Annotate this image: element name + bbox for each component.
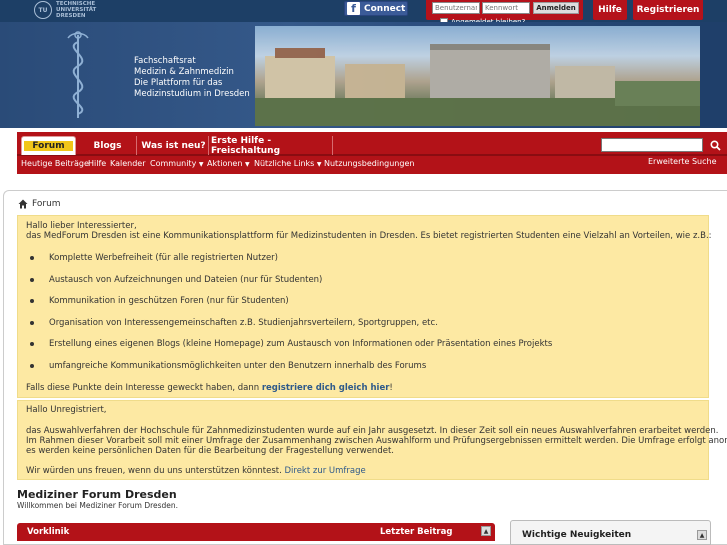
banner-line: Fachschaftsrat (134, 56, 196, 66)
facebook-icon: f (347, 2, 360, 15)
category-header: Vorklinik Letzter Beitrag ▲ (17, 523, 495, 541)
login-button[interactable]: Anmelden (533, 2, 579, 14)
subnav-label: Aktionen (207, 159, 243, 168)
tab-forum[interactable]: Forum (21, 136, 76, 155)
campus-photo (255, 26, 700, 126)
notice-text: das Auswahlverfahren der Hochschule für … (26, 426, 719, 436)
collapse-toggle-icon[interactable]: ▲ (481, 526, 491, 536)
subnav-terms-of-use[interactable]: Nutzungsbedingungen (324, 159, 414, 168)
bullet-icon (30, 321, 34, 325)
register-here-link[interactable]: registriere dich gleich hier (262, 383, 390, 393)
banner-edge (700, 22, 727, 128)
help-button[interactable]: Hilfe (593, 0, 627, 20)
list-item-text: Organisation von Interessengemeinschafte… (49, 318, 438, 328)
list-item: Komplette Werbefreiheit (für alle regist… (30, 253, 278, 263)
sub-navbar: Heutige Beiträge Hilfe Kalender Communit… (17, 156, 727, 174)
tab-first-aid-activation[interactable]: Erste Hilfe - Freischaltung (211, 136, 333, 156)
subnav-label: Nutzungsbedingungen (324, 159, 415, 168)
search-input[interactable] (601, 138, 703, 152)
forum-title: Mediziner Forum Dresden (17, 488, 177, 501)
notice-closing-suffix: ! (389, 383, 393, 393)
list-item: Organisation von Interessengemeinschafte… (30, 318, 438, 328)
notice-greeting: Hallo Unregistriert, (26, 405, 107, 415)
bullet-icon (30, 299, 34, 303)
login-form: Anmelden (426, 0, 583, 20)
header-banner: Fachschaftsrat Medizin & Zahnmedizin Die… (0, 22, 727, 128)
notice-closing-text: Falls diese Punkte dein Interesse geweck… (26, 383, 262, 393)
subnav-calendar[interactable]: Kalender (110, 159, 146, 168)
welcome-notice: Hallo lieber Interessierter, das MedForu… (17, 215, 712, 398)
category-name-link[interactable]: Vorklinik (27, 527, 69, 537)
survey-link[interactable]: Direkt zur Umfrage (284, 466, 365, 476)
tab-whats-new[interactable]: Was ist neu? (139, 136, 209, 155)
tab-blogs[interactable]: Blogs (79, 136, 137, 155)
sidebar-news-title: Wichtige Neuigkeiten (522, 530, 632, 540)
subnav-useful-links[interactable]: Nützliche Links ▼ (254, 159, 322, 168)
subnav-label: Heutige Beiträge (21, 159, 89, 168)
breadcrumb-forum-link[interactable]: Forum (32, 199, 61, 209)
search-icon (709, 139, 721, 151)
list-item-text: Komplette Werbefreiheit (für alle regist… (49, 253, 278, 263)
survey-notice: Hallo Unregistriert, das Auswahlverfahre… (17, 400, 727, 480)
tu-dresden-logo[interactable]: TU TECHNISCHE UNIVERSITÄT DRESDEN (34, 1, 96, 19)
subnav-help[interactable]: Hilfe (88, 159, 106, 168)
notice-closing: Wir würden uns freuen, wenn du uns unter… (26, 466, 366, 476)
list-item: umfangreiche Kommunikationsmöglichkeiten… (30, 361, 426, 371)
subnav-label: Hilfe (88, 159, 107, 168)
logo-line: DRESDEN (56, 13, 86, 19)
university-seal-icon: TU (34, 1, 52, 19)
notice-intro: das MedForum Dresden ist eine Kommunikat… (26, 231, 712, 241)
notice-closing-text: Wir würden uns freuen, wenn du uns unter… (26, 466, 285, 476)
notice-greeting: Hallo lieber Interessierter, (26, 221, 137, 231)
sidebar-news-block: Wichtige Neuigkeiten ▲ (510, 520, 711, 545)
list-item-text: Austausch von Aufzeichnungen und Dateien… (49, 275, 323, 285)
facebook-connect-label: Connect (364, 3, 406, 14)
chevron-down-icon: ▼ (244, 161, 250, 168)
banner-line: Medizin & Zahnmedizin (134, 67, 234, 77)
forum-subtitle: Willkommen bei Mediziner Forum Dresden. (17, 501, 179, 510)
breadcrumb: Forum (18, 199, 61, 209)
subnav-label: Community (150, 159, 197, 168)
search-button[interactable] (705, 136, 725, 154)
password-input[interactable] (482, 2, 530, 14)
banner-tagline: Fachschaftsrat Medizin & Zahnmedizin Die… (134, 56, 250, 100)
username-input[interactable] (432, 2, 480, 14)
bullet-icon (30, 256, 34, 260)
bullet-icon (30, 364, 34, 368)
notice-text: es werden keine persönlichen Daten für d… (26, 446, 394, 456)
banner-line: Medizinstudium in Dresden (134, 89, 250, 99)
banner-line: Die Plattform für das (134, 78, 223, 88)
home-icon[interactable] (18, 199, 28, 209)
caduceus-icon (67, 31, 89, 118)
list-item: Austausch von Aufzeichnungen und Dateien… (30, 275, 322, 285)
register-button[interactable]: Registrieren (633, 0, 703, 20)
subnav-label: Kalender (110, 159, 146, 168)
notice-closing: Falls diese Punkte dein Interesse geweck… (26, 383, 393, 393)
last-post-column-header: Letzter Beitrag (380, 527, 453, 537)
notice-text: Im Rahmen dieser Vorarbeit soll mit eine… (26, 436, 727, 446)
subnav-actions[interactable]: Aktionen ▼ (207, 159, 250, 168)
list-item: Kommunikation in geschützen Foren (nur f… (30, 296, 289, 306)
list-item-text: umfangreiche Kommunikationsmöglichkeiten… (49, 361, 427, 371)
collapse-toggle-icon[interactable]: ▲ (697, 530, 707, 540)
facebook-connect-button[interactable]: f Connect (344, 1, 408, 16)
list-item: Erstellung eines eigenen Blogs (kleine H… (30, 339, 552, 349)
bullet-icon (30, 278, 34, 282)
chevron-down-icon: ▼ (198, 161, 204, 168)
subnav-community[interactable]: Community ▼ (150, 159, 203, 168)
chevron-down-icon: ▼ (316, 161, 322, 168)
tab-label: Forum (24, 141, 73, 151)
bullet-icon (30, 342, 34, 346)
subnav-label: Nützliche Links (254, 159, 315, 168)
subnav-todays-posts[interactable]: Heutige Beiträge (21, 159, 89, 168)
logo-text: TECHNISCHE UNIVERSITÄT DRESDEN (56, 1, 96, 19)
list-item-text: Erstellung eines eigenen Blogs (kleine H… (49, 339, 553, 349)
advanced-search-link[interactable]: Erweiterte Suche (648, 157, 717, 166)
list-item-text: Kommunikation in geschützen Foren (nur f… (49, 296, 289, 306)
